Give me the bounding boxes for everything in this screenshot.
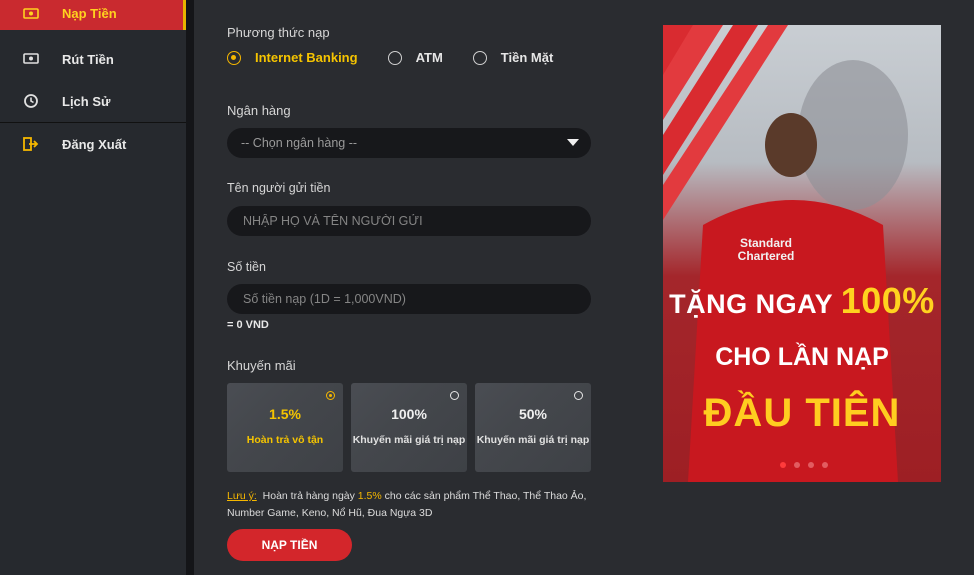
promo-banner[interactable]: Standard Chartered TẶNG NGAY 100% CHO LẦ… [663,25,941,482]
promo-desc: Hoàn trả vô tận [246,434,324,446]
sidebar-item-label: Đăng Xuất [62,136,127,152]
banner-line1-b: 100% [840,280,935,321]
banner-line3: ĐẦU TIÊN [703,391,901,435]
promo-pct: 100% [391,406,427,422]
amount-label: Số tiền [227,260,266,274]
note-prefix: Lưu ý: [227,490,257,502]
carousel-dots [780,462,836,468]
sidebar-item-label: Rút Tiền [62,51,114,67]
history-icon [22,92,40,110]
chevron-down-icon [567,139,579,146]
sender-label: Tên người gửi tiền [227,181,331,195]
player-head [765,113,817,177]
amount-input[interactable] [241,291,577,307]
bank-label: Ngân hàng [227,103,291,118]
promo-pct: 1.5% [269,406,301,422]
radio-indicator [387,50,402,65]
sidebar-item-withdraw[interactable]: Rút Tiền [0,38,186,80]
sidebar-item-label: Lịch Sử [62,93,111,109]
carousel-dot[interactable] [780,462,786,468]
method-label: Phương thức nạp [227,25,330,40]
sidebar: Nạp Tiền Rút Tiền Lịch Sử Đăng Xuất [0,0,186,575]
gutter [186,0,194,575]
radio-indicator [227,50,241,65]
method-radio-group: Internet Banking ATM Tiền Mặt [227,50,583,65]
promo-desc: Khuyến mãi giá trị nạp [476,434,590,446]
carousel-dot[interactable] [794,462,800,468]
promo-card-100[interactable]: 100% Khuyến mãi giá trị nạp [351,383,467,472]
amount-field [227,284,591,314]
banner-line1-a: TẶNG NGAY [669,289,833,319]
banner-line1: TẶNG NGAY 100% [663,280,941,322]
deposit-panel: Phương thức nạp Internet Banking ATM Tiề… [194,0,974,575]
sidebar-item-logout[interactable]: Đăng Xuất [0,123,186,165]
radio-indicator [326,391,335,400]
promo-pct: 50% [518,406,548,422]
withdraw-icon [22,50,40,68]
radio-internet-banking[interactable]: Internet Banking [227,50,358,65]
note-text: Hoàn trả hàng ngày [262,490,355,502]
sidebar-item-label: Nạp Tiền [62,5,117,21]
radio-indicator [574,391,583,400]
radio-atm[interactable]: ATM [387,50,443,65]
radio-cash[interactable]: Tiền Mặt [472,50,553,65]
bank-select-value: -- Chọn ngân hàng -- [241,136,358,150]
stripe-pattern [663,25,788,220]
promo-card-50[interactable]: 50% Khuyến mãi giá trị nạp [475,383,591,472]
deposit-icon [22,4,40,22]
banner-line2: CHO LẦN NẠP [715,343,889,371]
sponsor-text: Standard Chartered [737,236,795,263]
bank-select[interactable]: -- Chọn ngân hàng -- [227,128,591,158]
radio-indicator [450,391,459,400]
deposit-submit-button[interactable]: NẠP TIỀN [227,529,352,561]
promo-desc: Khuyến mãi giá trị nạp [352,434,466,446]
sender-field [227,206,591,236]
carousel-dot[interactable] [808,462,814,468]
note-highlight: 1.5% [357,490,382,502]
sidebar-item-history[interactable]: Lịch Sử [0,80,186,122]
logout-icon [22,135,40,153]
sender-input[interactable] [241,213,577,229]
amount-converted: = 0 VND [227,319,269,331]
promo-label: Khuyến mãi [227,358,296,373]
promo-note: Lưu ý: Hoàn trả hàng ngày 1.5% cho các s… [227,488,597,522]
radio-indicator [472,50,487,65]
sidebar-item-deposit[interactable]: Nạp Tiền [0,0,186,30]
promo-card-cashback[interactable]: 1.5% Hoàn trả vô tận [227,383,343,472]
carousel-dot[interactable] [822,462,828,468]
